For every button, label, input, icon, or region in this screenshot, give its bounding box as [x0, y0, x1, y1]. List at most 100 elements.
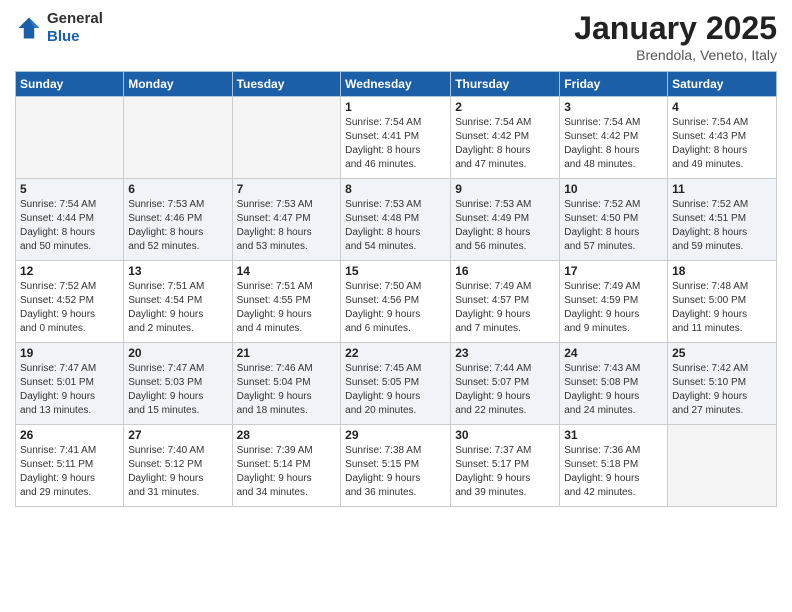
day-info: Sunrise: 7:41 AM Sunset: 5:11 PM Dayligh… — [20, 444, 119, 500]
day-number: 18 — [672, 264, 772, 278]
calendar-cell: 26 Sunrise: 7:41 AM Sunset: 5:11 PM Dayli… — [16, 425, 124, 507]
day-info: Sunrise: 7:46 AM Sunset: 5:04 PM Dayligh… — [237, 362, 337, 418]
day-number: 23 — [455, 346, 555, 360]
calendar-week-row: 26 Sunrise: 7:41 AM Sunset: 5:11 PM Dayli… — [16, 425, 777, 507]
calendar-cell: 14 Sunrise: 7:51 AM Sunset: 4:55 PM Dayli… — [232, 261, 341, 343]
day-number: 12 — [20, 264, 119, 278]
header: General Blue January 2025 Brendola, Vene… — [15, 10, 777, 63]
calendar-cell: 5 Sunrise: 7:54 AM Sunset: 4:44 PM Daylig… — [16, 179, 124, 261]
day-number: 4 — [672, 100, 772, 114]
day-number: 14 — [237, 264, 337, 278]
day-number: 17 — [564, 264, 663, 278]
col-header-thursday: Thursday — [451, 72, 560, 97]
day-info: Sunrise: 7:53 AM Sunset: 4:48 PM Dayligh… — [345, 198, 446, 254]
calendar-cell: 11Sunrise: 7:52 AM Sunset: 4:51 PM Dayli… — [668, 179, 777, 261]
day-info: Sunrise: 7:47 AM Sunset: 5:03 PM Dayligh… — [128, 362, 227, 418]
day-number: 22 — [345, 346, 446, 360]
calendar-cell: 19 Sunrise: 7:47 AM Sunset: 5:01 PM Dayli… — [16, 343, 124, 425]
col-header-friday: Friday — [560, 72, 668, 97]
calendar-table: SundayMondayTuesdayWednesdayThursdayFrid… — [15, 71, 777, 507]
calendar-cell: 28 Sunrise: 7:39 AM Sunset: 5:14 PM Dayli… — [232, 425, 341, 507]
calendar-week-row: 1 Sunrise: 7:54 AM Sunset: 4:41 PM Daylig… — [16, 97, 777, 179]
day-info: Sunrise: 7:44 AM Sunset: 5:07 PM Dayligh… — [455, 362, 555, 418]
day-info: Sunrise: 7:45 AM Sunset: 5:05 PM Dayligh… — [345, 362, 446, 418]
calendar-cell: 13 Sunrise: 7:51 AM Sunset: 4:54 PM Dayli… — [124, 261, 232, 343]
day-number: 25 — [672, 346, 772, 360]
calendar-cell: 1 Sunrise: 7:54 AM Sunset: 4:41 PM Daylig… — [341, 97, 451, 179]
calendar-cell: 20 Sunrise: 7:47 AM Sunset: 5:03 PM Dayli… — [124, 343, 232, 425]
day-info: Sunrise: 7:40 AM Sunset: 5:12 PM Dayligh… — [128, 444, 227, 500]
calendar-cell — [16, 97, 124, 179]
calendar-cell: 7Sunrise: 7:53 AM Sunset: 4:47 PM Daylig… — [232, 179, 341, 261]
logo-blue: Blue — [47, 28, 80, 45]
day-info: Sunrise: 7:47 AM Sunset: 5:01 PM Dayligh… — [20, 362, 119, 418]
calendar-cell: 16Sunrise: 7:49 AM Sunset: 4:57 PM Dayli… — [451, 261, 560, 343]
month-title: January 2025 — [574, 10, 777, 47]
day-info: Sunrise: 7:53 AM Sunset: 4:46 PM Dayligh… — [128, 198, 227, 254]
logo-general: General — [47, 10, 103, 27]
calendar-cell — [232, 97, 341, 179]
day-number: 11 — [672, 182, 772, 196]
day-info: Sunrise: 7:38 AM Sunset: 5:15 PM Dayligh… — [345, 444, 446, 500]
day-info: Sunrise: 7:39 AM Sunset: 5:14 PM Dayligh… — [237, 444, 337, 500]
calendar-cell — [668, 425, 777, 507]
calendar-cell: 3 Sunrise: 7:54 AM Sunset: 4:42 PM Daylig… — [560, 97, 668, 179]
day-info: Sunrise: 7:54 AM Sunset: 4:41 PM Dayligh… — [345, 116, 446, 172]
day-info: Sunrise: 7:52 AM Sunset: 4:50 PM Dayligh… — [564, 198, 663, 254]
day-number: 13 — [128, 264, 227, 278]
title-block: January 2025 Brendola, Veneto, Italy — [574, 10, 777, 63]
day-info: Sunrise: 7:48 AM Sunset: 5:00 PM Dayligh… — [672, 280, 772, 336]
day-number: 1 — [345, 100, 446, 114]
day-info: Sunrise: 7:37 AM Sunset: 5:17 PM Dayligh… — [455, 444, 555, 500]
page: General Blue January 2025 Brendola, Vene… — [0, 0, 792, 612]
calendar-cell: 24Sunrise: 7:43 AM Sunset: 5:08 PM Dayli… — [560, 343, 668, 425]
day-info: Sunrise: 7:54 AM Sunset: 4:44 PM Dayligh… — [20, 198, 119, 254]
calendar-cell: 4 Sunrise: 7:54 AM Sunset: 4:43 PM Daylig… — [668, 97, 777, 179]
day-number: 26 — [20, 428, 119, 442]
calendar-cell: 9Sunrise: 7:53 AM Sunset: 4:49 PM Daylig… — [451, 179, 560, 261]
day-number: 5 — [20, 182, 119, 196]
day-number: 2 — [455, 100, 555, 114]
day-number: 29 — [345, 428, 446, 442]
day-info: Sunrise: 7:53 AM Sunset: 4:47 PM Dayligh… — [237, 198, 337, 254]
col-header-monday: Monday — [124, 72, 232, 97]
day-number: 19 — [20, 346, 119, 360]
day-number: 27 — [128, 428, 227, 442]
calendar-cell: 10Sunrise: 7:52 AM Sunset: 4:50 PM Dayli… — [560, 179, 668, 261]
day-info: Sunrise: 7:51 AM Sunset: 4:54 PM Dayligh… — [128, 280, 227, 336]
calendar-cell: 18 Sunrise: 7:48 AM Sunset: 5:00 PM Dayli… — [668, 261, 777, 343]
day-number: 6 — [128, 182, 227, 196]
calendar-cell: 21Sunrise: 7:46 AM Sunset: 5:04 PM Dayli… — [232, 343, 341, 425]
day-number: 8 — [345, 182, 446, 196]
day-number: 16 — [455, 264, 555, 278]
col-header-saturday: Saturday — [668, 72, 777, 97]
day-info: Sunrise: 7:36 AM Sunset: 5:18 PM Dayligh… — [564, 444, 663, 500]
day-info: Sunrise: 7:51 AM Sunset: 4:55 PM Dayligh… — [237, 280, 337, 336]
calendar-week-row: 19 Sunrise: 7:47 AM Sunset: 5:01 PM Dayli… — [16, 343, 777, 425]
day-info: Sunrise: 7:49 AM Sunset: 4:59 PM Dayligh… — [564, 280, 663, 336]
day-info: Sunrise: 7:54 AM Sunset: 4:43 PM Dayligh… — [672, 116, 772, 172]
calendar-cell: 25 Sunrise: 7:42 AM Sunset: 5:10 PM Dayli… — [668, 343, 777, 425]
calendar-week-row: 12 Sunrise: 7:52 AM Sunset: 4:52 PM Dayli… — [16, 261, 777, 343]
day-number: 3 — [564, 100, 663, 114]
day-info: Sunrise: 7:43 AM Sunset: 5:08 PM Dayligh… — [564, 362, 663, 418]
day-info: Sunrise: 7:42 AM Sunset: 5:10 PM Dayligh… — [672, 362, 772, 418]
day-info: Sunrise: 7:54 AM Sunset: 4:42 PM Dayligh… — [564, 116, 663, 172]
calendar-cell: 15 Sunrise: 7:50 AM Sunset: 4:56 PM Dayli… — [341, 261, 451, 343]
location: Brendola, Veneto, Italy — [574, 47, 777, 63]
day-number: 28 — [237, 428, 337, 442]
calendar-cell: 23 Sunrise: 7:44 AM Sunset: 5:07 PM Dayli… — [451, 343, 560, 425]
day-number: 20 — [128, 346, 227, 360]
logo-text: General Blue — [47, 10, 103, 46]
calendar-cell: 12 Sunrise: 7:52 AM Sunset: 4:52 PM Dayli… — [16, 261, 124, 343]
calendar-header-row: SundayMondayTuesdayWednesdayThursdayFrid… — [16, 72, 777, 97]
calendar-cell: 29 Sunrise: 7:38 AM Sunset: 5:15 PM Dayli… — [341, 425, 451, 507]
day-info: Sunrise: 7:52 AM Sunset: 4:52 PM Dayligh… — [20, 280, 119, 336]
day-number: 31 — [564, 428, 663, 442]
day-info: Sunrise: 7:50 AM Sunset: 4:56 PM Dayligh… — [345, 280, 446, 336]
col-header-sunday: Sunday — [16, 72, 124, 97]
logo: General Blue — [15, 10, 103, 46]
calendar-cell: 31 Sunrise: 7:36 AM Sunset: 5:18 PM Dayli… — [560, 425, 668, 507]
calendar-cell: 17 Sunrise: 7:49 AM Sunset: 4:59 PM Dayli… — [560, 261, 668, 343]
day-number: 15 — [345, 264, 446, 278]
